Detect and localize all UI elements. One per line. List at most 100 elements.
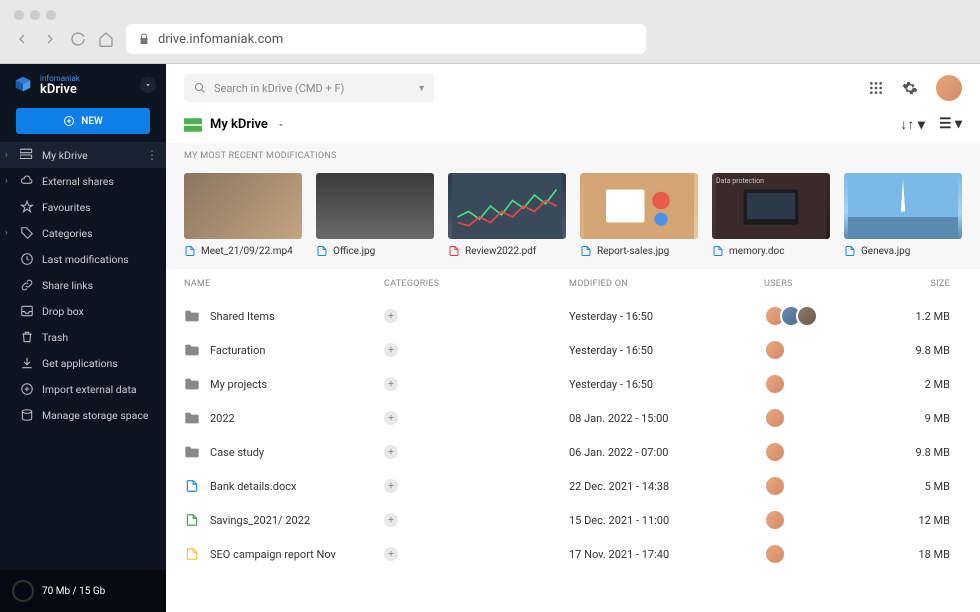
users-stack[interactable] bbox=[764, 475, 874, 497]
thumbnail-item[interactable]: Report-sales.jpg bbox=[580, 173, 698, 257]
user-avatar-small bbox=[764, 509, 786, 531]
users-stack[interactable] bbox=[764, 441, 874, 463]
brand-dropdown[interactable] bbox=[140, 77, 156, 93]
col-modified[interactable]: MODIFIED ON bbox=[569, 279, 764, 289]
row-modified: Yesterday - 16:50 bbox=[569, 378, 764, 391]
sidebar-item-label: Last modifications bbox=[42, 253, 129, 266]
file-icon bbox=[184, 245, 196, 257]
add-category-button[interactable]: + bbox=[384, 445, 398, 459]
search-dropdown-icon[interactable]: ▼ bbox=[417, 83, 426, 94]
sidebar-item-get-applications[interactable]: Get applications bbox=[0, 350, 166, 376]
plus-circle-icon bbox=[63, 115, 75, 127]
add-category-button[interactable]: + bbox=[384, 547, 398, 561]
chevron-right-icon: › bbox=[5, 228, 8, 238]
url-bar[interactable]: drive.infomaniak.com bbox=[126, 24, 646, 54]
row-modified: 22 Dec. 2021 - 14:38 bbox=[569, 480, 764, 493]
thumbnail-item[interactable]: Review2022.pdf bbox=[448, 173, 566, 257]
thumbnail-item[interactable]: Meet_21/09/22.mp4 bbox=[184, 173, 302, 257]
minimize-dot[interactable] bbox=[30, 10, 40, 20]
col-users[interactable]: USERS bbox=[764, 279, 874, 289]
row-name: My projects bbox=[210, 378, 267, 391]
users-stack[interactable] bbox=[764, 543, 874, 565]
recent-thumbnails: Meet_21/09/22.mp4Office.jpg Review2022.pd… bbox=[166, 167, 980, 269]
row-modified: Yesterday - 16:50 bbox=[569, 310, 764, 323]
table-row[interactable]: My projects+Yesterday - 16:502 MB bbox=[166, 367, 980, 401]
add-category-button[interactable]: + bbox=[384, 377, 398, 391]
storage-indicator[interactable]: 70 Mb / 15 Gb bbox=[0, 570, 166, 612]
sidebar-item-external-shares[interactable]: ›External shares bbox=[0, 168, 166, 194]
thumbnail-name: Review2022.pdf bbox=[465, 246, 536, 257]
back-icon[interactable] bbox=[14, 31, 30, 47]
file-icon bbox=[184, 479, 200, 493]
add-category-button[interactable]: + bbox=[384, 513, 398, 527]
drive-icon bbox=[184, 118, 202, 132]
thumbnail-item[interactable]: Data protectionmemory.doc bbox=[712, 173, 830, 257]
add-category-button[interactable]: + bbox=[384, 343, 398, 357]
user-avatar-small bbox=[796, 305, 818, 327]
users-stack[interactable] bbox=[764, 305, 874, 327]
reload-icon[interactable] bbox=[70, 31, 86, 47]
chevron-down-icon[interactable] bbox=[276, 120, 286, 130]
url-text: drive.infomaniak.com bbox=[158, 32, 283, 47]
add-category-button[interactable]: + bbox=[384, 411, 398, 425]
disk-icon bbox=[20, 408, 34, 422]
table-row[interactable]: Case study+06 Jan. 2022 - 07:009.8 MB bbox=[166, 435, 980, 469]
user-avatar-small bbox=[764, 543, 786, 565]
row-name: Case study bbox=[210, 446, 264, 459]
row-size: 5 MB bbox=[874, 480, 962, 493]
forward-icon[interactable] bbox=[42, 31, 58, 47]
thumbnail-item[interactable]: Geneva.jpg bbox=[844, 173, 962, 257]
maximize-dot[interactable] bbox=[46, 10, 56, 20]
new-button[interactable]: NEW bbox=[16, 108, 150, 134]
sort-button[interactable]: ↓↑ ▾ bbox=[900, 116, 925, 133]
col-size[interactable]: SIZE bbox=[874, 279, 962, 289]
file-icon bbox=[580, 245, 592, 257]
gear-icon[interactable] bbox=[902, 80, 918, 96]
thumbnail-item[interactable]: Office.jpg bbox=[316, 173, 434, 257]
sidebar-item-import-external-data[interactable]: Import external data bbox=[0, 376, 166, 402]
sidebar-item-categories[interactable]: ›Categories bbox=[0, 220, 166, 246]
add-category-button[interactable]: + bbox=[384, 479, 398, 493]
search-input[interactable]: Search in kDrive (CMD + F) ▼ bbox=[184, 74, 434, 102]
thumbnail-image: Data protection bbox=[712, 173, 830, 239]
sidebar-item-manage-storage-space[interactable]: Manage storage space bbox=[0, 402, 166, 428]
user-avatar[interactable] bbox=[936, 75, 962, 101]
more-icon[interactable]: ⋮ bbox=[146, 148, 158, 162]
folder-icon bbox=[184, 309, 200, 323]
users-stack[interactable] bbox=[764, 509, 874, 531]
home-icon[interactable] bbox=[98, 31, 114, 47]
table-row[interactable]: Savings_2021/ 2022+15 Dec. 2021 - 11:001… bbox=[166, 503, 980, 537]
col-categories[interactable]: CATEGORIES bbox=[384, 279, 569, 289]
row-name: Shared Items bbox=[210, 310, 275, 323]
sidebar-item-favourites[interactable]: Favourites bbox=[0, 194, 166, 220]
row-size: 9.8 MB bbox=[874, 446, 962, 459]
table-row[interactable]: SEO campaign report Nov+17 Nov. 2021 - 1… bbox=[166, 537, 980, 571]
row-size: 1.2 MB bbox=[874, 310, 962, 323]
sidebar-item-drop-box[interactable]: Drop box bbox=[0, 298, 166, 324]
sidebar-item-label: Trash bbox=[42, 331, 68, 344]
users-stack[interactable] bbox=[764, 373, 874, 395]
apps-grid-icon[interactable] bbox=[868, 80, 884, 96]
users-stack[interactable] bbox=[764, 339, 874, 361]
sidebar-item-share-links[interactable]: Share links bbox=[0, 272, 166, 298]
close-dot[interactable] bbox=[14, 10, 24, 20]
table-row[interactable]: Facturation+Yesterday - 16:509.8 MB bbox=[166, 333, 980, 367]
table-row[interactable]: 2022+08 Jan. 2022 - 15:009 MB bbox=[166, 401, 980, 435]
folder-icon bbox=[184, 445, 200, 459]
thumbnail-badge: Data protection bbox=[716, 177, 764, 185]
row-modified: 17 Nov. 2021 - 17:40 bbox=[569, 548, 764, 561]
sidebar-item-trash[interactable]: Trash bbox=[0, 324, 166, 350]
col-name[interactable]: NAME bbox=[184, 279, 384, 289]
view-toggle-button[interactable]: ☰ ▾ bbox=[939, 116, 962, 133]
users-stack[interactable] bbox=[764, 407, 874, 429]
brand-name: kDrive bbox=[40, 83, 80, 96]
sidebar-item-label: Manage storage space bbox=[42, 409, 148, 422]
brand[interactable]: infomaniak kDrive bbox=[0, 64, 166, 106]
row-name: 2022 bbox=[210, 412, 235, 425]
add-category-button[interactable]: + bbox=[384, 309, 398, 323]
sidebar-item-my-kdrive[interactable]: ›My kDrive⋮ bbox=[0, 142, 166, 168]
table-row[interactable]: Bank details.docx+22 Dec. 2021 - 14:385 … bbox=[166, 469, 980, 503]
row-size: 9.8 MB bbox=[874, 344, 962, 357]
table-row[interactable]: Shared Items + Yesterday - 16:50 1.2 MB bbox=[166, 299, 980, 333]
sidebar-item-last-modifications[interactable]: Last modifications bbox=[0, 246, 166, 272]
